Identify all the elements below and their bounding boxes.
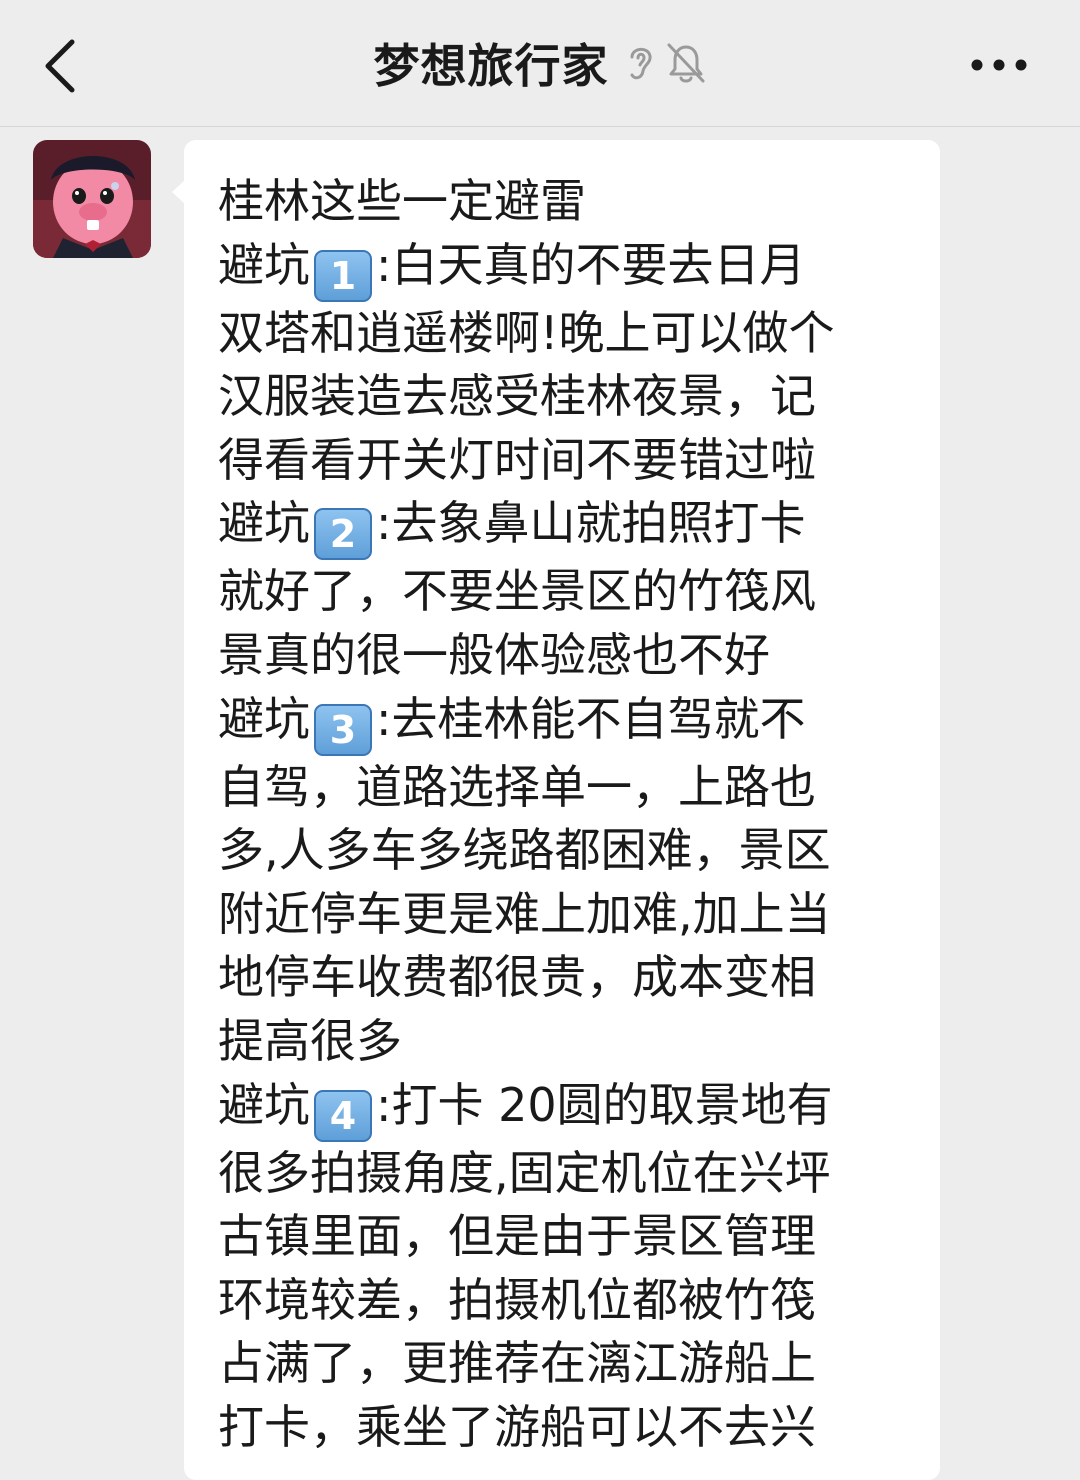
top-bar: 梦想旅行家 [0,0,1080,127]
message-line: 环境较差，拍摄机位都被竹筏 [218,1272,816,1327]
message-line: 多,人多车多绕路都困难，景区 [218,823,831,878]
mute-bell-icon [667,43,704,83]
title-status-icons [623,41,707,85]
tip-prefix: 避坑 [218,496,310,551]
message-line: 古镇里面，但是由于景区管理 [218,1209,816,1264]
message-line: 桂林这些一定避雷 [218,174,586,228]
ear-icon [630,47,652,80]
message-line: 景真的很一般体验感也不好 [218,627,770,682]
more-button[interactable] [970,50,1028,80]
more-icon [971,59,1027,71]
message-line: 占满了，更推荐在漓江游船上 [218,1336,816,1391]
tip-prefix: 避坑 [218,691,310,746]
message-line: 打卡，乘坐了游船可以不去兴 [218,1399,816,1454]
tip-text: :去象鼻山就拍照打卡 [376,496,806,551]
message-line: 自驾，道路选择单一，上路也 [218,759,816,814]
message-bubble[interactable]: 桂林这些一定避雷 避坑 1:白天真的不要去日月 双塔和逍遥楼啊!晚上可以做个 汉服… [184,140,940,1480]
message-line: 双塔和逍遥楼啊!晚上可以做个 [218,305,835,360]
tip-line-1: 避坑 1:白天真的不要去日月 [218,234,918,302]
tip-text: :去桂林能不自驾就不 [376,691,806,746]
tip-prefix: 避坑 [218,1077,310,1132]
message-line: 得看看开关灯时间不要错过啦 [218,432,816,487]
tip-prefix: 避坑 [218,237,310,292]
message-line: 汉服装造去感受桂林夜景，记 [218,369,816,424]
message-line: 很多拍摄角度,固定机位在兴坪 [218,1145,831,1200]
message-text: 桂林这些一定避雷 避坑 1:白天真的不要去日月 双塔和逍遥楼啊!晚上可以做个 汉服… [218,170,918,1460]
message-line: 提高很多 [218,1013,402,1068]
title-area: 梦想旅行家 [0,0,1080,126]
tip-line-2: 避坑 2:去象鼻山就拍照打卡 [218,492,918,561]
pink-cartoon-character-avatar [33,140,151,258]
keycap-2-icon: 2 [314,508,372,561]
message-line: 地停车收费都很贵，成本变相 [218,950,816,1005]
avatar[interactable] [33,140,151,258]
tip-text: :白天真的不要去日月 [376,237,806,292]
tip-line-4: 避坑 4:打卡 20圆的取景地有 [218,1074,918,1142]
tip-text: :打卡 20圆的取景地有 [376,1077,833,1132]
message-line: 就好了，不要坐景区的竹筏风 [218,564,816,619]
message-line: 附近停车更是难上加难,加上当 [218,886,831,941]
chat-title: 梦想旅行家 [373,39,609,93]
keycap-1-icon: 1 [314,249,372,302]
keycap-4-icon: 4 [314,1089,372,1142]
tip-line-3: 避坑 3:去桂林能不自驾就不 [218,688,918,756]
keycap-3-icon: 3 [314,703,372,756]
